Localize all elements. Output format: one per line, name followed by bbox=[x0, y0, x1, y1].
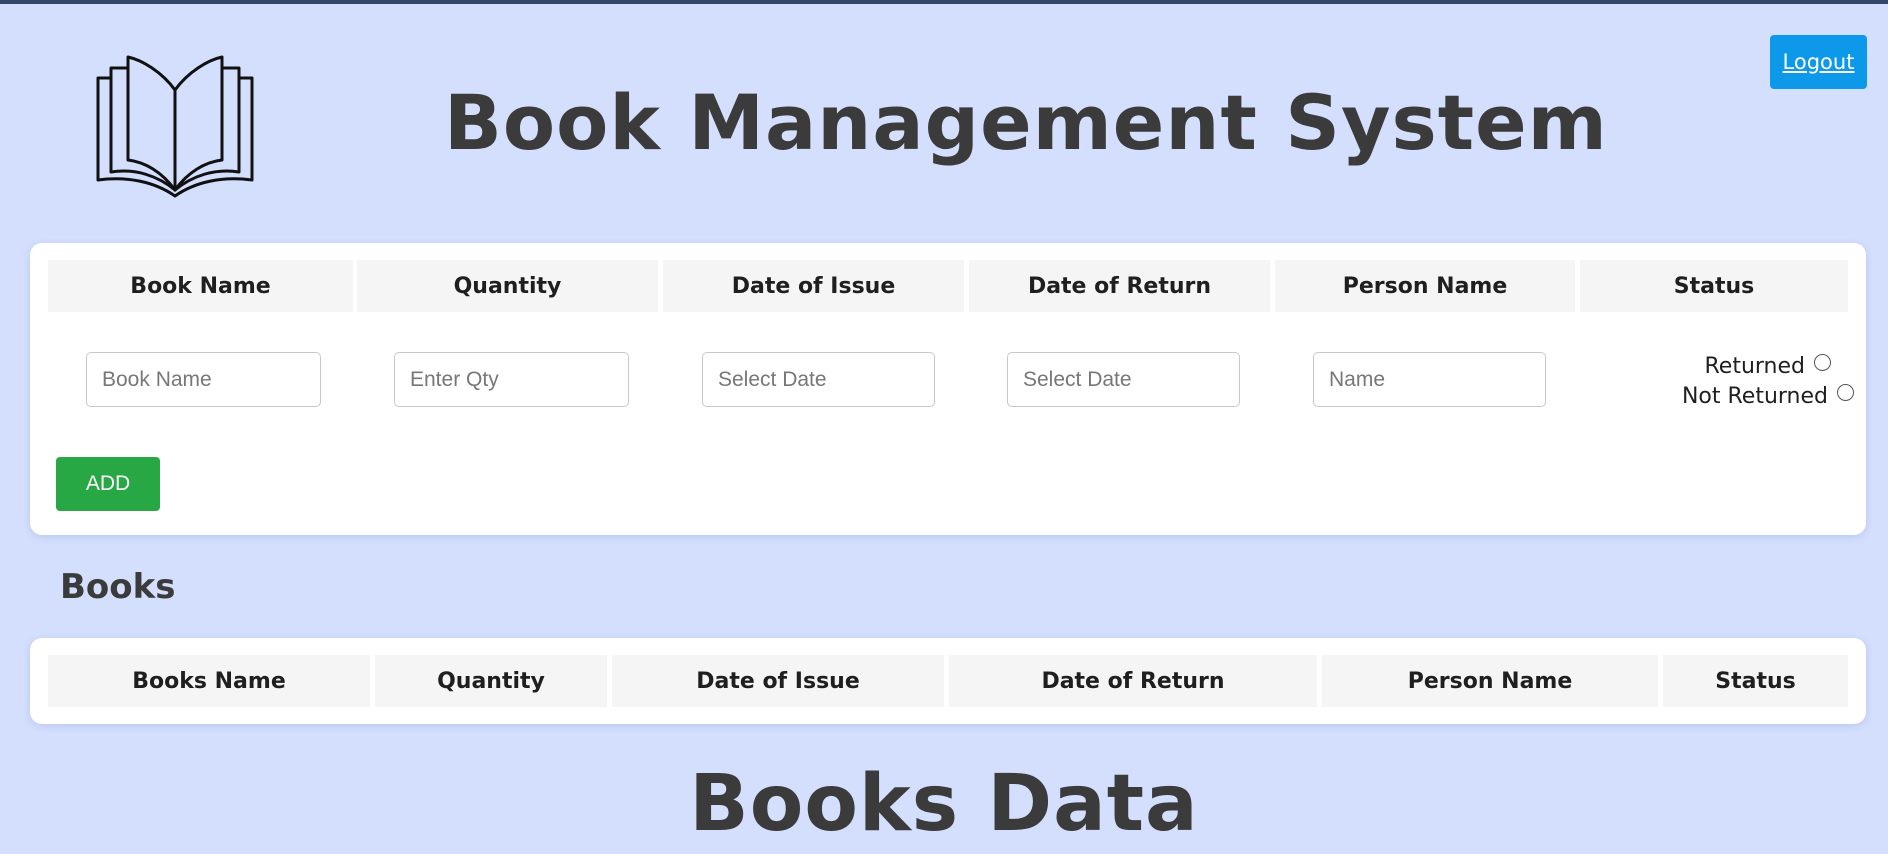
add-button[interactable]: ADD bbox=[56, 457, 160, 511]
books-data-heading: Books Data bbox=[689, 759, 1199, 849]
books-section-heading: Books bbox=[60, 567, 176, 607]
column-header-status: Status bbox=[1663, 655, 1848, 707]
column-header-person-name: Person Name bbox=[1322, 655, 1658, 707]
date-of-return-input[interactable]: Select Date bbox=[1007, 352, 1240, 407]
date-of-issue-input[interactable]: Select Date bbox=[702, 352, 935, 407]
returned-radio[interactable] bbox=[1814, 353, 1831, 371]
status-radio-group: Returned Not Returned bbox=[1627, 351, 1867, 411]
open-book-logo-icon bbox=[96, 55, 254, 198]
column-header-person-name: Person Name bbox=[1275, 260, 1575, 312]
page-title: Book Management System bbox=[444, 78, 1608, 167]
status-option-label: Returned bbox=[1704, 353, 1805, 379]
not-returned-radio[interactable] bbox=[1837, 383, 1854, 401]
logout-button[interactable]: Logout bbox=[1770, 35, 1867, 89]
status-option-returned[interactable]: Returned bbox=[1627, 351, 1867, 381]
column-header-date-of-issue: Date of Issue bbox=[663, 260, 964, 312]
person-name-input[interactable]: Name bbox=[1313, 352, 1546, 407]
status-option-not-returned[interactable]: Not Returned bbox=[1627, 381, 1867, 411]
books-table: Books Name Quantity Date of Issue Date o… bbox=[30, 638, 1866, 724]
column-header-date-of-issue: Date of Issue bbox=[612, 655, 944, 707]
quantity-input[interactable]: Enter Qty bbox=[394, 352, 629, 407]
column-header-books-name: Books Name bbox=[48, 655, 370, 707]
column-header-date-of-return: Date of Return bbox=[969, 260, 1270, 312]
top-border bbox=[0, 0, 1888, 4]
add-book-form: Book Name Quantity Date of Issue Date of… bbox=[30, 243, 1866, 535]
status-option-label: Not Returned bbox=[1681, 383, 1828, 409]
column-header-quantity: Quantity bbox=[357, 260, 658, 312]
column-header-book-name: Book Name bbox=[48, 260, 353, 312]
column-header-status: Status bbox=[1580, 260, 1848, 312]
column-header-quantity: Quantity bbox=[375, 655, 607, 707]
column-header-date-of-return: Date of Return bbox=[949, 655, 1317, 707]
book-name-input[interactable]: Book Name bbox=[86, 352, 321, 407]
